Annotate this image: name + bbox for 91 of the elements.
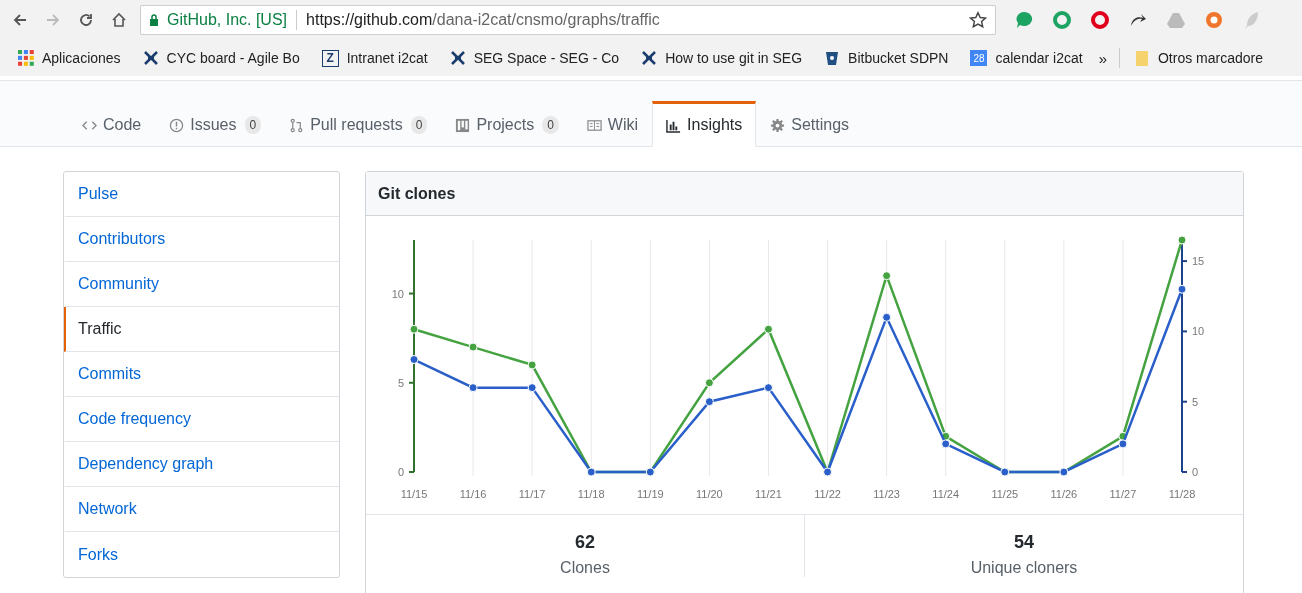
axis-tick-label: 11/21 <box>755 488 782 500</box>
axis-tick-label: 11/26 <box>1050 488 1078 500</box>
bookmark-folder[interactable]: Otros marcadore <box>1133 50 1263 66</box>
folder-icon <box>1133 50 1150 66</box>
bookmark[interactable]: Z Intranet i2cat <box>321 49 428 67</box>
axis-tick-label: 10 <box>1192 325 1205 338</box>
sidebar-item[interactable]: Community <box>64 262 339 307</box>
lifebuoy-icon[interactable] <box>1204 10 1224 30</box>
data-point <box>1177 235 1187 245</box>
data-point <box>468 342 478 352</box>
sidebar-item[interactable]: Contributors <box>64 217 339 262</box>
axis-tick-label: 11/28 <box>1168 488 1196 500</box>
axis-tick-label: 11/23 <box>873 488 900 500</box>
axis-tick-label: 11/24 <box>932 488 960 500</box>
data-point <box>941 439 951 449</box>
axis-tick-label: 11/16 <box>459 488 487 500</box>
data-point <box>763 383 773 393</box>
stat-label: Unique cloners <box>970 559 1078 577</box>
axis-tick-label: 5 <box>1192 395 1199 408</box>
axis-tick-label: 5 <box>397 376 404 389</box>
data-point <box>704 397 714 407</box>
repo-tab[interactable]: Issues 0 <box>155 101 276 147</box>
data-point <box>763 324 773 334</box>
ring-icon[interactable] <box>1052 10 1072 30</box>
data-point <box>468 383 478 393</box>
axis-tick-label: 0 <box>1192 466 1199 478</box>
axis-tick-label: 10 <box>391 287 404 300</box>
data-point <box>882 271 892 281</box>
sidebar-item[interactable]: Pulse <box>64 172 339 217</box>
data-point <box>1118 439 1128 449</box>
x-shaped-icon <box>449 50 466 66</box>
repo-tab[interactable]: Settings <box>756 101 864 147</box>
home-icon[interactable] <box>111 12 127 28</box>
board-icon <box>455 117 471 133</box>
speech-bubble-icon[interactable] <box>1014 10 1034 30</box>
bookmark[interactable]: SEG Space - SEG - Co <box>449 50 620 66</box>
lock-icon <box>149 14 159 26</box>
axis-tick-label: 11/22 <box>814 488 841 500</box>
apps-grid-icon <box>18 50 34 66</box>
data-point <box>527 383 537 393</box>
bucket-icon <box>824 50 841 66</box>
pull-request-icon <box>289 117 305 133</box>
repo-tab[interactable]: Wiki <box>572 101 653 147</box>
axis-tick-label: 11/20 <box>696 488 723 500</box>
sidebar-item[interactable]: Network <box>64 487 339 532</box>
axis-tick-label: 11/18 <box>577 488 605 500</box>
reload-icon[interactable] <box>78 12 94 28</box>
sidebar-item[interactable]: Dependency graph <box>64 442 339 487</box>
axis-tick-label: 15 <box>1192 255 1205 268</box>
book-icon <box>586 117 602 133</box>
bookmark[interactable]: Bitbucket SDPN <box>824 50 949 66</box>
data-point <box>409 324 419 334</box>
axis-tick-label: 11/19 <box>636 488 664 500</box>
bar-chart-icon <box>666 117 682 133</box>
stat-value: 54 <box>1014 532 1034 553</box>
back-icon[interactable] <box>12 12 28 28</box>
data-point <box>704 378 714 388</box>
calendar-icon: 28 <box>970 50 988 66</box>
sidebar-item[interactable]: Code frequency <box>64 397 339 442</box>
data-point <box>882 312 892 322</box>
star-icon[interactable] <box>969 11 987 29</box>
axis-tick-label: 11/25 <box>991 488 1019 500</box>
address-bar[interactable]: GitHub, Inc. [US] https://github.com/dana-i2cat/cnsmo/graphs/traffic <box>140 5 996 35</box>
data-point <box>1177 284 1187 294</box>
x-shaped-icon <box>142 50 159 66</box>
bookmark[interactable]: 28 calendar i2cat <box>970 50 1083 66</box>
data-point <box>527 360 537 370</box>
sidebar-item[interactable]: Traffic <box>64 307 339 352</box>
exclamation-circle-icon <box>169 117 185 133</box>
axis-tick-label: 11/15 <box>400 488 428 500</box>
more-bookmarks-button[interactable]: » <box>1098 49 1107 67</box>
repo-tab[interactable]: Pull requests 0 <box>275 101 442 147</box>
sidebar-item[interactable]: Commits <box>64 352 339 397</box>
axis-tick-label: 0 <box>397 466 404 478</box>
repo-tab[interactable]: Projects 0 <box>441 101 573 147</box>
x-shaped-icon <box>641 50 658 66</box>
bookmark[interactable]: How to use git in SEG <box>641 50 803 66</box>
z-icon: Z <box>321 49 339 67</box>
settings-icon <box>770 117 786 133</box>
repo-tab[interactable]: Insights <box>652 101 757 147</box>
stat-value: 62 <box>575 532 595 553</box>
stat-label: Clones <box>560 559 610 577</box>
bookmark[interactable]: Aplicaciones <box>18 50 121 66</box>
panel-title: Git clones <box>366 172 1243 216</box>
data-point <box>409 355 419 364</box>
repo-tab[interactable]: Code <box>68 101 156 147</box>
bookmark[interactable]: CYC board - Agile Bo <box>142 50 300 66</box>
sidebar-item[interactable]: Forks <box>64 532 339 577</box>
ring-icon[interactable] <box>1090 10 1110 30</box>
axis-tick-label: 11/17 <box>518 488 546 500</box>
axis-tick-label: 11/27 <box>1109 488 1137 500</box>
